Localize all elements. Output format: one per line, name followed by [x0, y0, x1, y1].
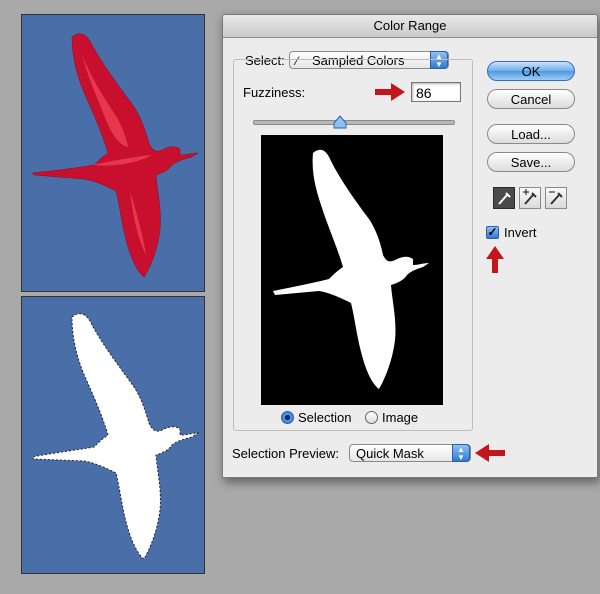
- selection-image-panel: [21, 296, 205, 574]
- selection-preview-dropdown[interactable]: Quick Mask ▲ ▼: [349, 444, 471, 462]
- load-button[interactable]: Load...: [487, 124, 575, 144]
- selection-radio[interactable]: [281, 411, 294, 424]
- invert-checkbox[interactable]: ✓: [486, 226, 499, 239]
- selection-preview-value: Quick Mask: [356, 446, 424, 461]
- color-range-dialog: Color Range Select: ⁄ Sampled Colors ▲ ▼ …: [222, 14, 598, 478]
- dialog-title: Color Range: [223, 15, 597, 38]
- eyedropper-icon: [498, 192, 511, 205]
- bird-mask-preview-image: [273, 149, 429, 389]
- save-button[interactable]: Save...: [487, 152, 575, 172]
- red-arrow-icon: [486, 246, 504, 273]
- image-radio-label: Image: [382, 410, 419, 425]
- fuzziness-input[interactable]: 86: [411, 82, 461, 102]
- white-bird-selection: [30, 313, 200, 560]
- cancel-button[interactable]: Cancel: [487, 89, 575, 109]
- red-arrow-icon: [475, 444, 505, 462]
- fuzziness-slider-thumb[interactable]: [333, 115, 347, 129]
- add-to-sample-tool[interactable]: [519, 187, 541, 209]
- ok-button[interactable]: OK: [487, 61, 575, 81]
- eyedropper-minus-icon: [549, 191, 563, 205]
- image-radio[interactable]: [365, 411, 378, 424]
- red-bird-image: [31, 33, 199, 278]
- chevron-updown-icon: ▲ ▼: [452, 444, 470, 462]
- invert-label: Invert: [504, 225, 537, 240]
- fuzziness-slider-track[interactable]: [253, 120, 455, 125]
- quick-mask-image-panel: [21, 14, 205, 292]
- eyedropper-plus-icon: [523, 189, 537, 205]
- selection-radio-label: Selection: [298, 410, 352, 425]
- red-arrow-icon: [375, 83, 405, 101]
- subtract-from-sample-tool[interactable]: [545, 187, 567, 209]
- eyedropper-tool[interactable]: [493, 187, 515, 209]
- mask-preview: [261, 135, 443, 405]
- fuzziness-label: Fuzziness:: [243, 85, 306, 100]
- selection-preview-label: Selection Preview:: [232, 446, 339, 461]
